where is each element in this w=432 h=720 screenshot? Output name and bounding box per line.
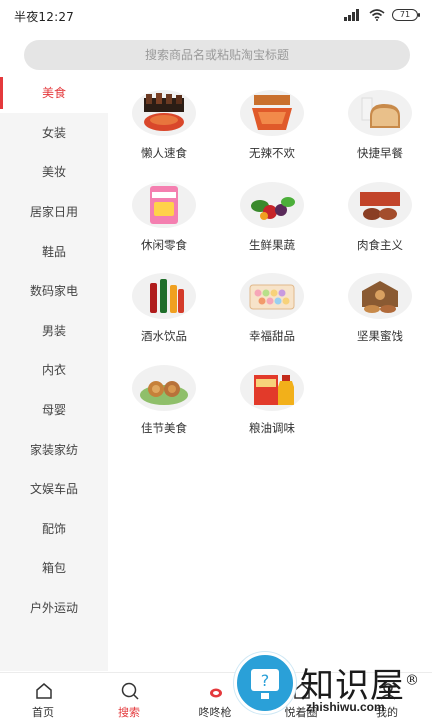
flash-icon [210,688,222,698]
spicy-snack-image [240,90,304,136]
category-instant-food[interactable]: 懒人速食 [114,88,214,168]
category-grain-oil[interactable]: 粮油调味 [222,363,322,443]
sidebar-item-electronics[interactable]: 数码家电 [0,271,108,311]
status-bar: 半夜12:27 71 [0,0,432,30]
svg-text:?: ? [261,671,270,690]
category-label: 佳节美食 [141,421,187,435]
home-icon [36,683,52,699]
fresh-produce-image [240,182,304,228]
dessert-image [240,273,304,319]
grain-oil-image [240,365,304,411]
category-label: 幸福甜品 [249,329,295,343]
category-sidebar: 美食 女装 美妆 居家日用 鞋品 数码家电 男装 内衣 母婴 家装家纺 文娱车品… [0,73,108,671]
sidebar-item-bags[interactable]: 箱包 [0,548,108,588]
tab-search[interactable]: 搜索 [86,673,172,720]
sidebar-item-underwear[interactable]: 内衣 [0,350,108,390]
wifi-icon [369,9,385,21]
category-label: 粮油调味 [249,421,295,435]
sidebar-item-household[interactable]: 居家日用 [0,192,108,232]
tab-label: 首页 [32,706,54,719]
category-snacks[interactable]: 休闲零食 [114,180,214,260]
sidebar-item-baby[interactable]: 母婴 [0,390,108,430]
meat-image [348,182,412,228]
snack-image [132,182,196,228]
sidebar-item-women-clothing[interactable]: 女装 [0,113,108,153]
watermark-url: zhishiwu.com [306,700,385,714]
status-icons: 71 [344,8,420,22]
category-label: 快捷早餐 [357,146,403,160]
category-label: 肉食主义 [357,238,403,252]
instant-food-image [132,90,196,136]
category-label: 懒人速食 [141,146,187,160]
help-icon: ? [251,669,279,699]
category-dessert[interactable]: 幸福甜品 [222,271,322,351]
festival-food-image [132,365,196,411]
watermark-logo: ? [234,652,296,714]
sidebar-item-food[interactable]: 美食 [0,73,108,113]
category-label: 休闲零食 [141,238,187,252]
category-spicy[interactable]: 无辣不欢 [222,88,322,168]
category-drinks[interactable]: 酒水饮品 [114,271,214,351]
search-input[interactable] [24,40,410,70]
sidebar-item-men-clothing[interactable]: 男装 [0,311,108,351]
category-festival[interactable]: 佳节美食 [114,363,214,443]
signal-icon [344,9,362,21]
drinks-image [132,273,196,319]
status-time: 半夜12:27 [14,10,74,24]
category-label: 生鲜果蔬 [249,238,295,252]
category-fresh[interactable]: 生鲜果蔬 [222,180,322,260]
sidebar-item-outdoor[interactable]: 户外运动 [0,588,108,628]
category-nuts[interactable]: 坚果蜜饯 [330,271,430,351]
breakfast-image [348,90,412,136]
search-icon [121,682,139,700]
tab-label: 搜索 [118,706,140,719]
category-breakfast[interactable]: 快捷早餐 [330,88,430,168]
tab-home[interactable]: 首页 [0,673,86,720]
nuts-image [348,273,412,319]
search-bar[interactable] [24,40,410,70]
sidebar-item-entertainment-car[interactable]: 文娱车品 [0,469,108,509]
category-meat[interactable]: 肉食主义 [330,180,430,260]
sidebar-item-home-textile[interactable]: 家装家纺 [0,429,108,469]
sidebar-item-beauty[interactable]: 美妆 [0,152,108,192]
battery-icon: 71 [392,9,420,21]
sidebar-item-accessories[interactable]: 配饰 [0,509,108,549]
sidebar-item-shoes[interactable]: 鞋品 [0,231,108,271]
category-label: 酒水饮品 [141,329,187,343]
category-label: 坚果蜜饯 [357,329,403,343]
category-label: 无辣不欢 [249,146,295,160]
